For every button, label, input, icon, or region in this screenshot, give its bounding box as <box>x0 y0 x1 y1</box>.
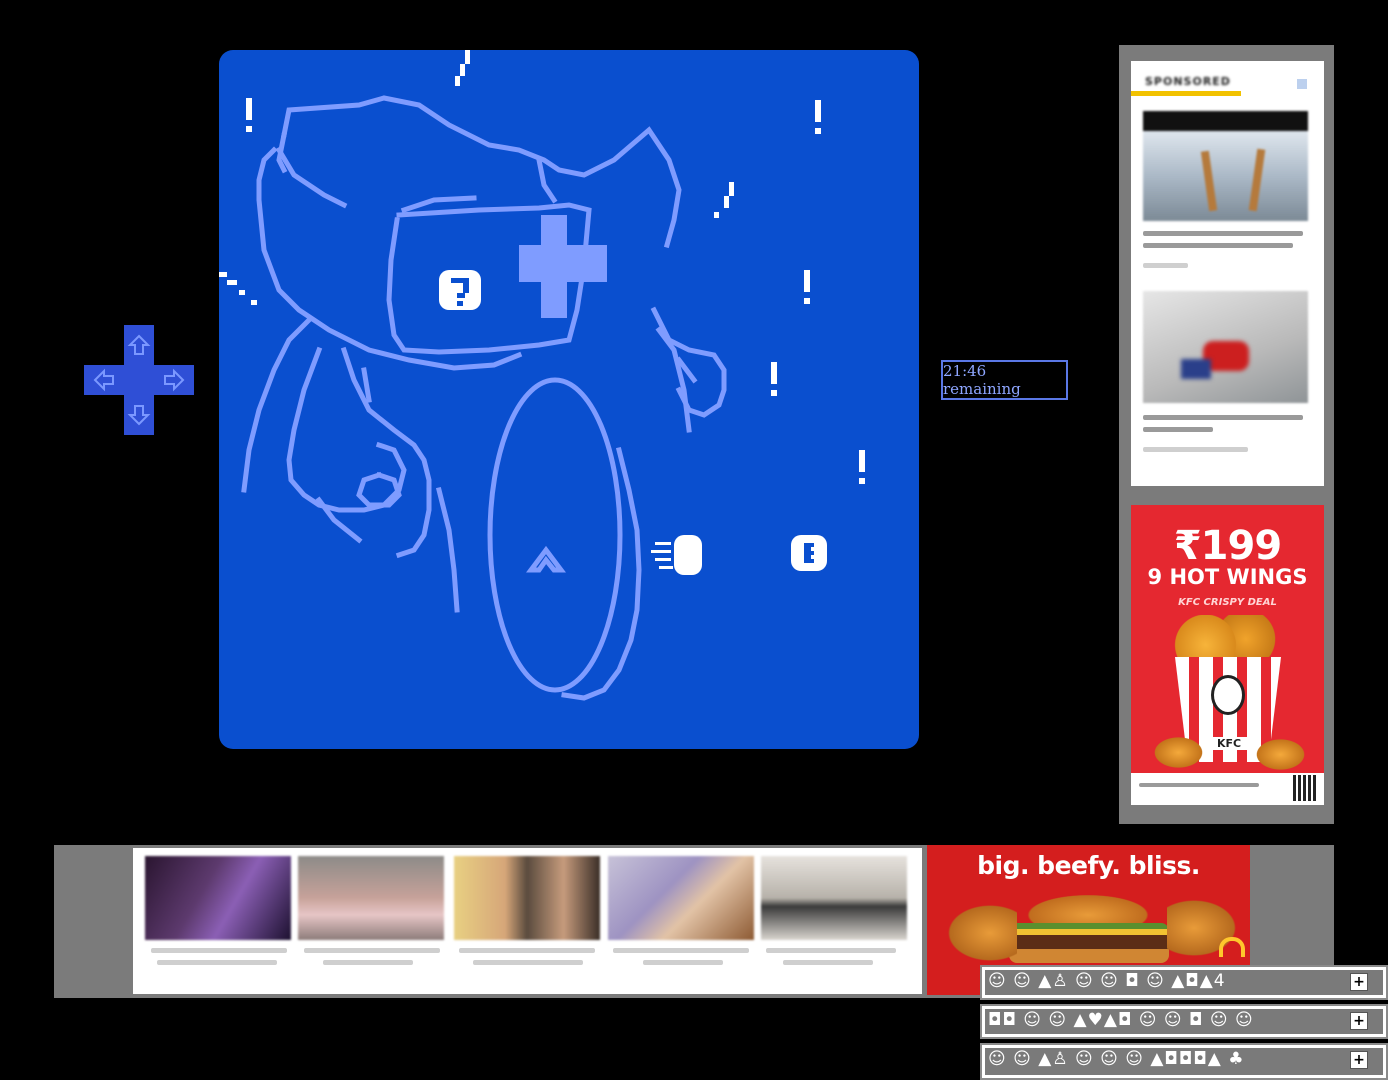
time-remaining-label: 21:46 remaining <box>941 360 1068 400</box>
streak-icon <box>714 182 734 218</box>
dpad-down-button[interactable] <box>124 395 154 435</box>
news-source-line <box>1143 263 1188 268</box>
thumbnail-caption <box>304 948 440 953</box>
ad-close-icon[interactable] <box>1297 79 1307 89</box>
news-image[interactable] <box>1143 111 1308 221</box>
exclamation-icon <box>804 270 810 304</box>
chicken-wing-image <box>1253 737 1308 772</box>
arrow-left-icon <box>93 368 114 392</box>
news-image-detail <box>1181 359 1211 379</box>
mcd-logo-icon <box>1219 937 1245 957</box>
exclamation-icon <box>815 100 821 134</box>
news-headline-line <box>1143 415 1303 420</box>
sponsored-underline <box>1131 91 1241 96</box>
kfc-headline: 9 HOT WINGS <box>1147 565 1308 589</box>
game-scene <box>219 50 865 701</box>
mcd-tagline: big. beefy. bliss. <box>977 851 1200 880</box>
kfc-ad-banner[interactable]: ₹199 9 HOT WINGS KFC CRISPY DEAL KFC <box>1131 505 1324 805</box>
streak-icon <box>219 272 257 305</box>
thumbnail-image[interactable] <box>145 856 291 940</box>
exclamation-icon <box>859 450 865 484</box>
sponsored-ad-panel[interactable]: SPONSORED <box>1131 61 1324 486</box>
qr-code-icon <box>1293 775 1317 801</box>
arrow-right-icon <box>164 368 185 392</box>
thumbnail-caption <box>157 960 277 965</box>
streak-icon <box>455 50 470 86</box>
character-drawing <box>241 95 727 701</box>
dpad-right-button[interactable] <box>154 365 194 395</box>
thumbnail-caption <box>643 960 723 965</box>
dash-punch-icon <box>651 535 702 575</box>
news-source-line <box>1143 447 1248 452</box>
tool-row-glyphs[interactable]: ☺ ☺ ▲♙ ☺ ☺ ☺ ▲◘◘◘▲ ♣ <box>988 1049 1244 1069</box>
thumbnail-image[interactable] <box>454 856 600 940</box>
arrow-up-icon <box>127 334 151 355</box>
tool-row-2: ◘◘ ☺ ☺ ▲♥▲◘ ☺ ☺ ◘ ☺ ☺ + <box>980 1004 1388 1039</box>
recommended-thumbnails[interactable] <box>133 848 922 994</box>
thumbnail-image[interactable] <box>608 856 754 940</box>
kfc-price: ₹199 <box>1173 523 1282 569</box>
add-row-button[interactable]: + <box>1350 973 1368 991</box>
dpad-control[interactable] <box>84 325 194 435</box>
thumbnail-caption <box>151 948 287 953</box>
game-screen[interactable] <box>219 50 919 749</box>
news-headline-line <box>1143 231 1303 236</box>
dpad-left-button[interactable] <box>84 365 124 395</box>
kfc-subtext: KFC CRISPY DEAL <box>1178 597 1277 608</box>
add-row-button[interactable]: + <box>1350 1012 1368 1030</box>
thumbnail-caption <box>473 960 583 965</box>
exclamation-icon <box>246 98 252 132</box>
colonel-logo-icon <box>1211 675 1245 715</box>
tool-row-glyphs[interactable]: ☺ ☺ ▲♙ ☺ ☺ ◘ ☺ ▲◘▲4 <box>988 971 1226 991</box>
thumbnail-image[interactable] <box>761 856 907 940</box>
thumbnail-caption <box>459 948 595 953</box>
add-row-button[interactable]: + <box>1350 1051 1368 1069</box>
arrow-down-icon <box>127 405 151 426</box>
exclamation-icon <box>771 362 777 396</box>
thumbnail-caption <box>613 948 749 953</box>
cross-emblem <box>519 215 607 318</box>
news-headline-line <box>1143 427 1213 432</box>
thumbnail-caption <box>323 960 413 965</box>
question-block-icon <box>439 270 481 310</box>
sponsored-header: SPONSORED <box>1145 75 1231 88</box>
dpad-center <box>124 365 154 395</box>
kfc-bucket-label: KFC <box>1211 737 1247 750</box>
news-headline-line <box>1143 243 1293 248</box>
thumbnail-caption <box>783 960 873 965</box>
tool-row-1: ☺ ☺ ▲♙ ☺ ☺ ◘ ☺ ▲◘▲4 + <box>980 965 1388 1000</box>
dpad-up-button[interactable] <box>124 325 154 365</box>
burger-image <box>1009 923 1169 963</box>
tool-row-glyphs[interactable]: ◘◘ ☺ ☺ ▲♥▲◘ ☺ ☺ ◘ ☺ ☺ <box>988 1010 1254 1030</box>
kfc-disclaimer <box>1139 783 1259 787</box>
thumbnail-caption <box>766 948 896 953</box>
chicken-wing-image <box>1151 735 1206 770</box>
thumbnail-image[interactable] <box>298 856 444 940</box>
coin-icon <box>791 535 827 571</box>
tool-row-3: ☺ ☺ ▲♙ ☺ ☺ ☺ ▲◘◘◘▲ ♣ + <box>980 1043 1388 1080</box>
burger-image <box>1167 900 1250 970</box>
